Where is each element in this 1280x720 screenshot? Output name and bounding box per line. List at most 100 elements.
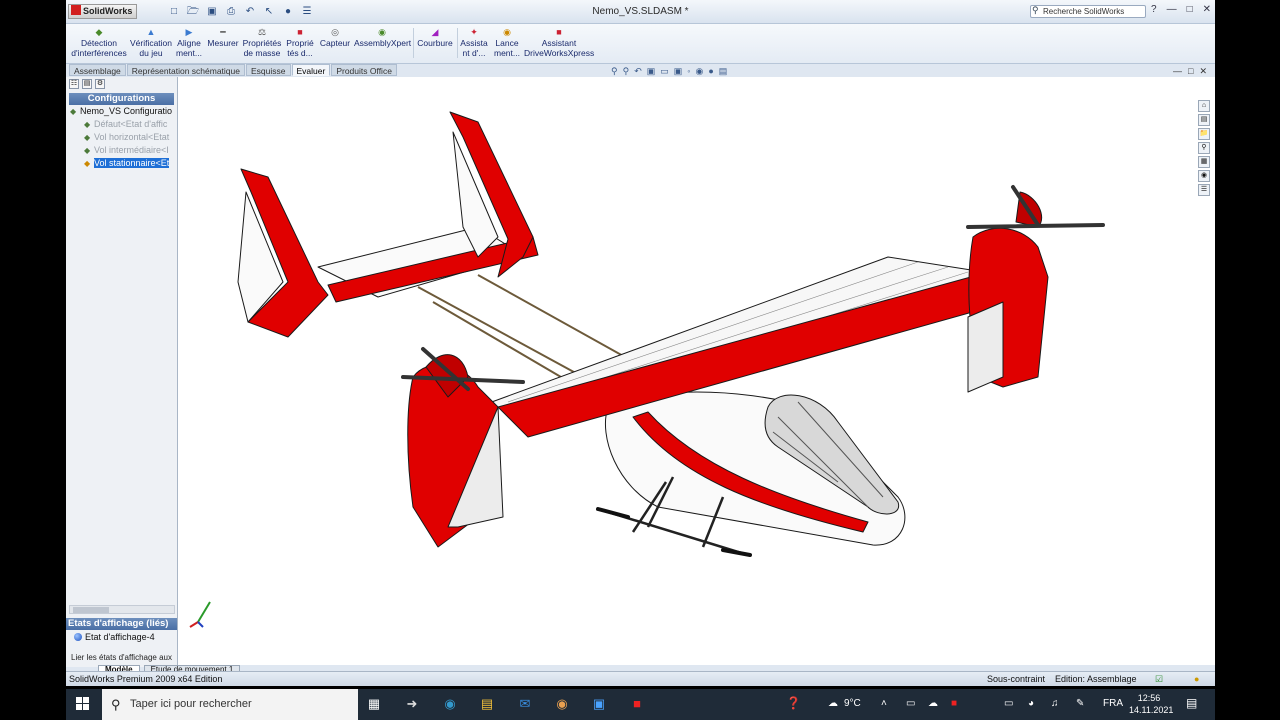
- bolt-app-icon[interactable]: ➜: [402, 695, 422, 713]
- section-properties-button[interactable]: ■ Proprié tés d...: [284, 27, 316, 58]
- view-settings-icon[interactable]: ▤: [719, 66, 728, 77]
- button-label: d'interférences: [71, 48, 127, 58]
- volume-icon[interactable]: ♫: [1051, 698, 1059, 709]
- onedrive-icon[interactable]: ☁: [928, 698, 938, 709]
- assemblyxpert-button[interactable]: ◉ AssemblyXpert: [354, 27, 411, 48]
- horizontal-scrollbar[interactable]: [69, 605, 175, 614]
- battery-icon[interactable]: ▭: [1004, 698, 1013, 709]
- windows-start-icon[interactable]: [76, 697, 90, 711]
- configurations-header: Configurations: [69, 93, 174, 105]
- hide-show-icon[interactable]: ◦: [687, 66, 690, 77]
- configuration-manager-panel: ☷ ▤ ⚙ Configurations ◆ Nemo_VS Configurat…: [66, 77, 178, 667]
- taskbar-search-box[interactable]: ⚲ Taper ici pour rechercher: [102, 689, 358, 720]
- doc-restore-icon[interactable]: □: [1188, 66, 1193, 77]
- assistant-button[interactable]: ✦ Assista nt d'...: [459, 27, 489, 58]
- config-item-intermediate[interactable]: ◆ Vol intermédiaire<I: [84, 145, 176, 156]
- scrollbar-thumb[interactable]: [73, 607, 109, 613]
- view-orientation-icon[interactable]: ▭: [660, 66, 669, 77]
- task-view-icon[interactable]: ▦: [364, 695, 384, 713]
- search-field[interactable]: ⚲ Recherche SolidWorks: [1030, 5, 1146, 18]
- tab-assemblage[interactable]: Assemblage: [69, 64, 126, 76]
- config-icon: ◆: [84, 146, 91, 155]
- display-state-item[interactable]: Etat d'affichage-4: [74, 632, 155, 642]
- pen-icon[interactable]: ✎: [1076, 698, 1084, 709]
- file-explorer-icon[interactable]: 📁: [1198, 128, 1210, 140]
- language-indicator[interactable]: FRA: [1103, 698, 1123, 709]
- zoom-to-fit-icon[interactable]: ⚲: [611, 66, 618, 77]
- interference-detection-button[interactable]: ◆ Détection d'interférences: [70, 27, 128, 58]
- restore-icon[interactable]: □: [1187, 4, 1193, 15]
- right-nacelle-panel: [967, 301, 1004, 393]
- solidworks-taskbar-icon[interactable]: ■: [627, 695, 647, 713]
- help-icon[interactable]: ?: [1151, 4, 1157, 15]
- tab-sketch[interactable]: Esquisse: [246, 64, 291, 76]
- appearance-icon[interactable]: ◉: [695, 66, 703, 77]
- zoom-area-icon[interactable]: ⚲: [623, 66, 630, 77]
- view-palette-icon[interactable]: ▦: [1198, 156, 1210, 168]
- driveworks-icon: ■: [556, 27, 562, 37]
- ribbon-separator: [413, 28, 414, 58]
- tab-schematic[interactable]: Représentation schématique: [126, 64, 245, 76]
- sensor-button[interactable]: ◎ Capteur: [318, 27, 352, 48]
- config-item-horizontal[interactable]: ◆ Vol horizontal<Etat: [84, 132, 176, 143]
- config-root[interactable]: ◆ Nemo_VS Configuration: [70, 106, 172, 117]
- weather-temperature[interactable]: 9°C: [844, 698, 861, 709]
- custom-properties-icon[interactable]: ☰: [1198, 184, 1210, 196]
- status-bar: SolidWorks Premium 2009 x64 Edition Sous…: [66, 671, 1215, 686]
- help-status-icon[interactable]: ●: [1194, 672, 1199, 686]
- search-results-icon[interactable]: ⚲: [1198, 142, 1210, 154]
- feature-manager-icon[interactable]: ☷: [69, 79, 79, 89]
- wifi-icon[interactable]: ◕: [1028, 698, 1034, 709]
- property-manager-icon[interactable]: ▤: [82, 79, 92, 89]
- section-view-icon[interactable]: ▣: [647, 66, 656, 77]
- clock[interactable]: 12:56 14.11.2021: [1129, 692, 1173, 716]
- axis-triad: [189, 601, 211, 628]
- driveworks-assistant-button[interactable]: ■ Assistant DriveWorksXpress: [524, 27, 594, 58]
- launch-button[interactable]: ◉ Lance ment...: [491, 27, 523, 58]
- doc-close-icon[interactable]: ✕: [1199, 66, 1207, 77]
- window-controls: ? — □ ✕: [1151, 4, 1211, 15]
- file-explorer-icon[interactable]: ▤: [477, 695, 497, 713]
- configuration-manager-icon[interactable]: ⚙: [95, 79, 105, 89]
- assemblyxpert-icon: ◉: [378, 27, 386, 37]
- design-library-icon[interactable]: ▤: [1198, 114, 1210, 126]
- previous-view-icon[interactable]: ↶: [634, 66, 642, 77]
- tray-app-icon[interactable]: ■: [951, 698, 957, 709]
- appearances-icon[interactable]: ◉: [1198, 170, 1210, 182]
- tray-chevron-icon[interactable]: ˄: [881, 698, 887, 709]
- task-pane-tabs: ⌂ ▤ 📁 ⚲ ▦ ◉ ☰: [1198, 100, 1212, 196]
- notifications-icon[interactable]: ▤: [1186, 696, 1197, 710]
- title-bar: SolidWorks □ 🗁 ▣ ⎙ ↶ ↖ ● ☰ Nemo_VS.SLDAS…: [66, 0, 1215, 24]
- app-icon[interactable]: ◉: [552, 695, 572, 713]
- weather-icon[interactable]: ☁: [828, 698, 838, 709]
- doc-minimize-icon[interactable]: —: [1173, 66, 1182, 77]
- mail-icon[interactable]: ✉: [515, 695, 535, 713]
- clearance-icon: ▲: [146, 27, 156, 37]
- config-item-default[interactable]: ◆ Défaut<Etat d'affic: [84, 119, 176, 130]
- clearance-verification-button[interactable]: ▲ Vérification du jeu: [129, 27, 173, 58]
- scene-icon[interactable]: ●: [708, 66, 713, 77]
- button-label: Courbure: [417, 38, 453, 48]
- minimize-icon[interactable]: —: [1167, 4, 1177, 15]
- mass-properties-button[interactable]: ⚖ Propriétés de masse: [242, 27, 282, 58]
- tab-office-products[interactable]: Produits Office: [331, 64, 397, 76]
- display-style-icon[interactable]: ▣: [674, 66, 683, 77]
- config-item-hover[interactable]: ◆ Vol stationnaire<Et: [84, 158, 176, 169]
- rebuild-status-icon[interactable]: ☑: [1155, 672, 1163, 686]
- constraint-status: Sous-contraint: [987, 674, 1046, 684]
- taskbar-search-placeholder: Taper ici pour rechercher: [130, 698, 252, 710]
- alignment-button[interactable]: ▶ Aligne ment...: [174, 27, 204, 58]
- help-tray-icon[interactable]: ❓: [786, 696, 801, 710]
- tray-device-icon[interactable]: ▭: [906, 698, 915, 709]
- edge-browser-icon[interactable]: ◉: [440, 695, 460, 713]
- photos-icon[interactable]: ▣: [589, 695, 609, 713]
- link-display-states-option[interactable]: Lier les états d'affichage aux: [71, 653, 172, 662]
- curvature-button[interactable]: ◢ Courbure: [416, 27, 454, 48]
- graphics-viewport[interactable]: [178, 77, 1215, 665]
- display-states-header: Etats d'affichage (liés): [66, 618, 177, 630]
- close-icon[interactable]: ✕: [1203, 4, 1211, 15]
- document-window-controls: — □ ✕: [1173, 66, 1207, 77]
- tab-evaluate[interactable]: Evaluer: [291, 64, 331, 76]
- measure-button[interactable]: ━ Mesurer: [206, 27, 240, 48]
- resources-icon[interactable]: ⌂: [1198, 100, 1210, 112]
